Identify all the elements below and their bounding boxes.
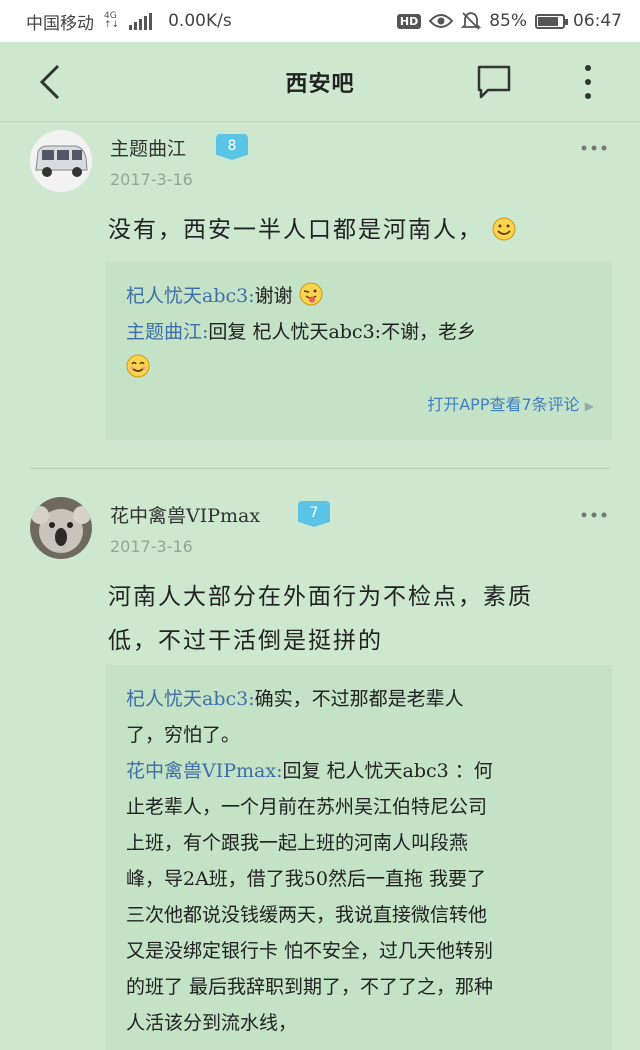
avatar[interactable] — [30, 497, 92, 559]
smile-emoji-icon — [492, 217, 516, 241]
view-more-comments-link[interactable]: 打开APP查看7条评论 ▶ — [126, 390, 594, 421]
chevron-right-icon: ▶ — [584, 399, 594, 413]
reply-author[interactable]: 杞人忧天abc3: — [126, 688, 255, 710]
level-badge: 7 — [298, 501, 330, 527]
more-horizontal-icon[interactable] — [580, 511, 608, 519]
title-bar: 西安吧 — [0, 42, 640, 122]
reply-item[interactable]: 主题曲江:回复 杞人忧天abc3:不谢，老乡 — [126, 314, 594, 350]
reply-author[interactable]: 杞人忧天abc3: — [126, 285, 255, 307]
avatar[interactable] — [30, 130, 92, 192]
post-date: 2017-3-16 — [110, 170, 193, 189]
username[interactable]: 主题曲江 — [110, 134, 186, 161]
page-title: 西安吧 — [285, 71, 355, 97]
status-bar: 中国移动 4G ↑↓ 0.00K/s HD 85% 06:47 — [0, 0, 640, 42]
reply-emoji-line — [126, 350, 594, 386]
wink-tongue-emoji-icon — [299, 282, 323, 306]
eye-icon — [429, 14, 454, 28]
post-item: 主题曲江 8 2017-3-16 没有，西安一半人口都是河南人， 杞人忧天abc… — [0, 122, 640, 468]
clock: 06:47 — [573, 11, 622, 31]
koala-avatar-image — [30, 497, 92, 559]
post-body: 河南人大部分在外面行为不检点，素质 低，不过干活倒是挺拼的 — [108, 584, 533, 654]
reply-author[interactable]: 主题曲江: — [126, 321, 208, 343]
reply-item[interactable]: 杞人忧天abc3:确实，不过那都是老辈人 了，穷怕了。 — [126, 681, 594, 753]
more-vertical-icon[interactable] — [578, 62, 598, 102]
comment-icon[interactable] — [476, 64, 512, 100]
mute-bell-icon — [461, 12, 482, 30]
network-type: 4G ↑↓ — [104, 11, 120, 30]
smile-emoji-icon — [126, 354, 150, 378]
signal-icon — [129, 12, 153, 30]
battery-icon — [535, 13, 568, 29]
carrier-name: 中国移动 — [26, 13, 94, 34]
network-speed: 0.00K/s — [168, 11, 232, 31]
status-left: 中国移动 4G ↑↓ 0.00K/s — [26, 9, 232, 34]
reply-item[interactable]: 杞人忧天abc3:谢谢 — [126, 278, 594, 314]
post-date: 2017-3-16 — [110, 537, 193, 556]
reply-box: 杞人忧天abc3:确实，不过那都是老辈人 了，穷怕了。 花中禽兽VIPmax:回… — [106, 665, 612, 1050]
reply-author[interactable]: 花中禽兽VIPmax: — [126, 760, 282, 782]
post-body: 没有，西安一半人口都是河南人， — [108, 208, 608, 252]
more-horizontal-icon[interactable] — [580, 144, 608, 152]
post-list[interactable]: 主题曲江 8 2017-3-16 没有，西安一半人口都是河南人， 杞人忧天abc… — [0, 122, 640, 1050]
battery-percent: 85% — [489, 11, 527, 31]
hd-icon: HD — [396, 13, 422, 29]
level-badge: 8 — [216, 134, 248, 160]
van-avatar-image — [30, 130, 92, 192]
status-right: HD 85% 06:47 — [396, 11, 622, 31]
back-arrow-icon[interactable] — [36, 64, 66, 100]
reply-item[interactable]: 花中禽兽VIPmax:回复 杞人忧天abc3 ：何 止老辈人，一个月前在苏州吴江… — [126, 753, 594, 1041]
username[interactable]: 花中禽兽VIPmax — [110, 501, 260, 528]
reply-box: 杞人忧天abc3:谢谢 主题曲江:回复 杞人忧天abc3:不谢，老乡 打开APP… — [106, 262, 612, 440]
post-item: 花中禽兽VIPmax 7 2017-3-16 河南人大部分在外面行为不检点，素质… — [0, 469, 640, 1050]
